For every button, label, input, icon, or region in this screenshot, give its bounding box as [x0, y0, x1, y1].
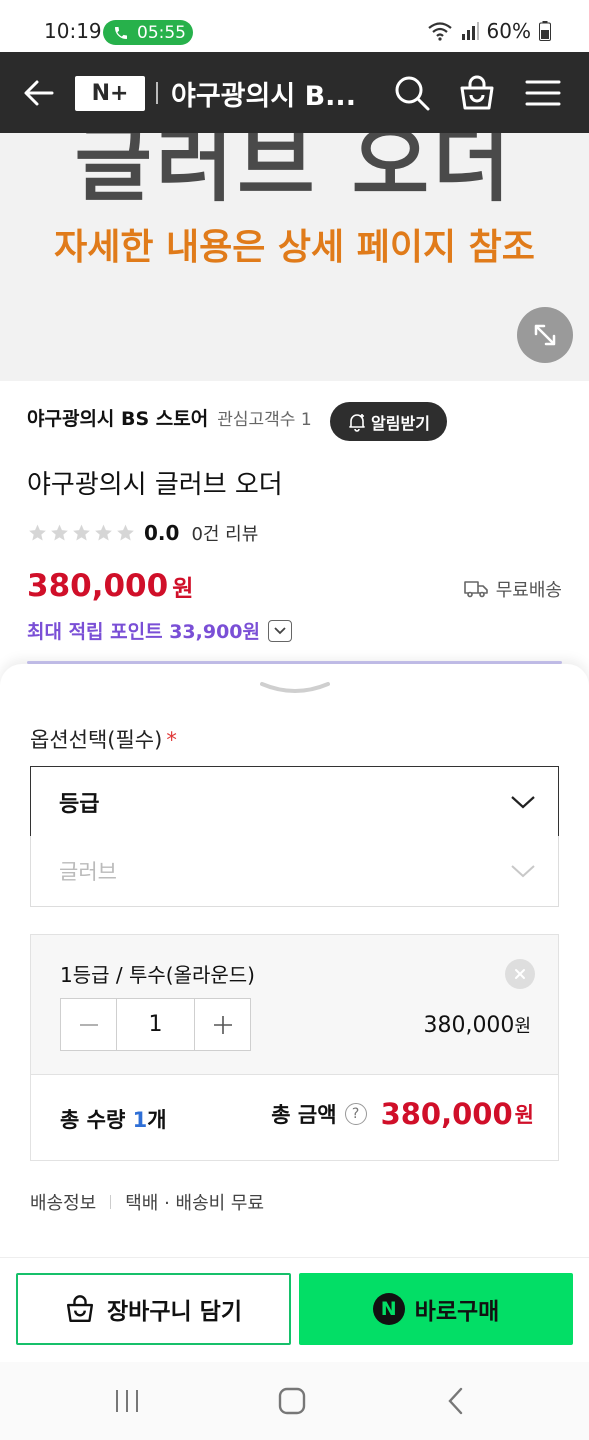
glove-select-value: 글러브	[59, 860, 117, 884]
glove-select[interactable]: 글러브	[30, 836, 559, 907]
npay-icon: N	[372, 1293, 405, 1325]
plus-icon	[213, 1015, 232, 1034]
expand-image-button[interactable]	[517, 307, 573, 363]
shipping-label: 무료배송	[495, 580, 562, 601]
bell-plus-icon	[349, 413, 365, 432]
wifi-icon	[427, 22, 452, 41]
star-rating	[27, 523, 136, 543]
quantity-stepper: 1	[60, 998, 251, 1051]
signal-icon	[461, 22, 479, 40]
alert-subscribe-button[interactable]: 알림받기	[330, 402, 447, 441]
line-price-currency: 원	[514, 1016, 531, 1037]
cart-label: 장바구니 담기	[107, 1299, 242, 1325]
rating-score: 0.0	[144, 521, 180, 545]
grade-select-value: 등급	[59, 791, 100, 817]
close-icon	[515, 969, 525, 979]
chevron-down-icon	[511, 865, 535, 878]
option-label: 옵션선택(필수) *	[30, 724, 177, 754]
total-amount-label: 총 금액	[271, 1103, 337, 1127]
product-price: 380,000 원	[27, 568, 193, 604]
logo-text: N+	[91, 81, 129, 106]
alert-label: 알림받기	[371, 413, 430, 433]
star-icon	[51, 524, 68, 541]
top-navigation: N+ 야구광의시 B...	[0, 52, 589, 133]
buy-label: 바로구매	[414, 1299, 500, 1325]
remove-option-button[interactable]	[505, 959, 535, 989]
call-timer: 05:55	[137, 22, 186, 43]
back-arrow-icon[interactable]	[22, 76, 56, 110]
total-amount-currency: 원	[514, 1103, 534, 1127]
minus-icon	[79, 1023, 98, 1026]
home-icon[interactable]	[275, 1384, 309, 1418]
store-title[interactable]: 야구광의시 B...	[171, 74, 356, 113]
banner-subline: 자세한 내용은 상세 페이지 참조	[54, 227, 535, 268]
delivery-value: 택배 · 배송비 무료	[125, 1193, 265, 1214]
call-indicator[interactable]: 05:55	[103, 20, 193, 45]
follower-count: 관심고객수 1	[217, 410, 312, 430]
total-quantity-suffix: 개	[147, 1108, 167, 1132]
price-value: 380,000	[27, 568, 169, 604]
store-info: 야구광의시 BS 스토어 관심고객수 1	[27, 404, 312, 431]
line-price-value: 380,000	[423, 1013, 515, 1038]
search-icon[interactable]	[393, 74, 431, 112]
free-shipping: 무료배송	[463, 576, 562, 602]
clock: 10:19	[44, 19, 102, 43]
review-count[interactable]: 0건 리뷰	[191, 520, 258, 546]
battery-icon	[539, 21, 551, 41]
rating-row[interactable]: 0.0 0건 리뷰	[27, 520, 258, 546]
decrease-quantity-button[interactable]	[61, 999, 116, 1050]
total-quantity: 총 수량 1개	[60, 1104, 167, 1134]
total-amount: 총 금액 ? 380,000 원	[271, 1097, 534, 1131]
order-total: 총 수량 1개 총 금액 ? 380,000 원	[30, 1075, 559, 1161]
phone-icon	[115, 26, 127, 39]
selected-option-name: 1등급 / 투수(올라운드)	[60, 963, 255, 987]
increase-quantity-button[interactable]	[195, 999, 250, 1050]
price-currency: 원	[172, 576, 194, 602]
shopping-bag-icon	[66, 1295, 94, 1323]
shopping-bag-icon[interactable]	[458, 74, 496, 112]
battery-percent: 60%	[486, 19, 531, 43]
status-bar: 10:19 05:55 60%	[0, 0, 589, 52]
max-points[interactable]: 최대 적립 포인트 33,900원	[27, 617, 293, 644]
required-mark: *	[166, 728, 177, 752]
total-amount-value: 380,000	[380, 1097, 513, 1131]
option-bottom-sheet: 옵션선택(필수) * 등급 글러브 1등급 / 투수(올라운드) 1 380,00…	[0, 664, 589, 1362]
delivery-divider	[110, 1195, 112, 1209]
buy-now-button[interactable]: N 바로구매	[299, 1273, 573, 1345]
expand-icon	[534, 324, 556, 346]
star-icon	[29, 524, 46, 541]
option-label-text: 옵션선택(필수)	[30, 728, 163, 752]
product-image[interactable]: 글러브 오더 자세한 내용은 상세 페이지 참조	[0, 133, 589, 381]
chevron-down-icon	[511, 796, 535, 809]
naver-plus-logo[interactable]: N+	[75, 76, 145, 111]
total-quantity-prefix: 총 수량	[60, 1108, 133, 1132]
back-icon[interactable]	[440, 1384, 474, 1418]
points-text: 최대 적립 포인트 33,900원	[27, 621, 261, 643]
product-title: 야구광의시 글러브 오더	[27, 470, 283, 500]
chevron-down-icon[interactable]	[268, 619, 293, 642]
store-name[interactable]: 야구광의시 BS 스토어	[27, 404, 208, 431]
truck-icon	[463, 581, 488, 598]
add-to-cart-button[interactable]: 장바구니 담기	[16, 1273, 291, 1345]
nav-divider	[156, 82, 158, 104]
banner-headline: 글러브 오더	[74, 133, 515, 213]
option-line-price: 380,000원	[423, 1012, 531, 1038]
menu-icon[interactable]	[524, 74, 562, 112]
total-quantity-value: 1	[132, 1108, 148, 1132]
star-icon	[95, 524, 112, 541]
collapse-handle-icon[interactable]	[260, 680, 330, 702]
delivery-label: 배송정보	[30, 1193, 97, 1214]
star-icon	[73, 524, 90, 541]
system-navigation-bar	[0, 1362, 589, 1440]
grade-select[interactable]: 등급	[30, 766, 559, 837]
quantity-value[interactable]: 1	[116, 999, 195, 1050]
status-icons: 60%	[427, 19, 551, 43]
sheet-divider	[0, 1257, 589, 1258]
recent-apps-icon[interactable]	[110, 1384, 144, 1418]
help-icon[interactable]: ?	[344, 1103, 367, 1125]
delivery-info: 배송정보 택배 · 배송비 무료	[30, 1189, 264, 1215]
selected-option-item: 1등급 / 투수(올라운드) 1 380,000원	[30, 934, 559, 1075]
star-icon	[117, 524, 134, 541]
